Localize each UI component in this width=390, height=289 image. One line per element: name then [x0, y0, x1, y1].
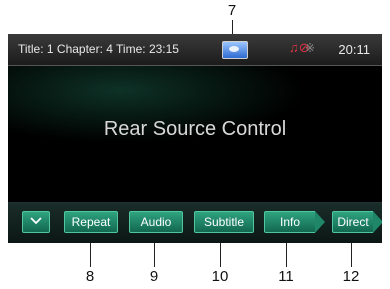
- callout-11: 11: [278, 268, 294, 285]
- head-unit-screen: Title: 1 Chapter: 4 Time: 23:15 ♫⊘ ※ 20:…: [8, 34, 382, 243]
- control-bar: Repeat Audio Subtitle Info Direct: [8, 202, 382, 243]
- audio-button[interactable]: Audio: [129, 211, 183, 233]
- info-button[interactable]: Info: [264, 211, 325, 233]
- source-icon[interactable]: [222, 41, 248, 59]
- bluetooth-icon: ※: [305, 41, 316, 55]
- subtitle-button[interactable]: Subtitle: [194, 211, 254, 233]
- callout-8: 8: [85, 268, 95, 285]
- playback-info: Title: 1 Chapter: 4 Time: 23:15: [18, 42, 179, 56]
- repeat-button[interactable]: Repeat: [64, 211, 118, 233]
- chevron-down-icon: [30, 217, 42, 225]
- callout-9: 9: [149, 268, 159, 285]
- collapse-button[interactable]: [22, 211, 50, 233]
- callout-12: 12: [342, 268, 360, 285]
- video-area[interactable]: Rear Source Control: [8, 66, 382, 202]
- callout-10: 10: [211, 268, 229, 285]
- status-bar: Title: 1 Chapter: 4 Time: 23:15 ♫⊘ ※ 20:…: [8, 34, 382, 66]
- clock: 20:11: [338, 42, 370, 57]
- direct-button[interactable]: Direct: [332, 211, 382, 233]
- screen-title: Rear Source Control: [103, 118, 287, 140]
- callout-7: 7: [227, 2, 237, 19]
